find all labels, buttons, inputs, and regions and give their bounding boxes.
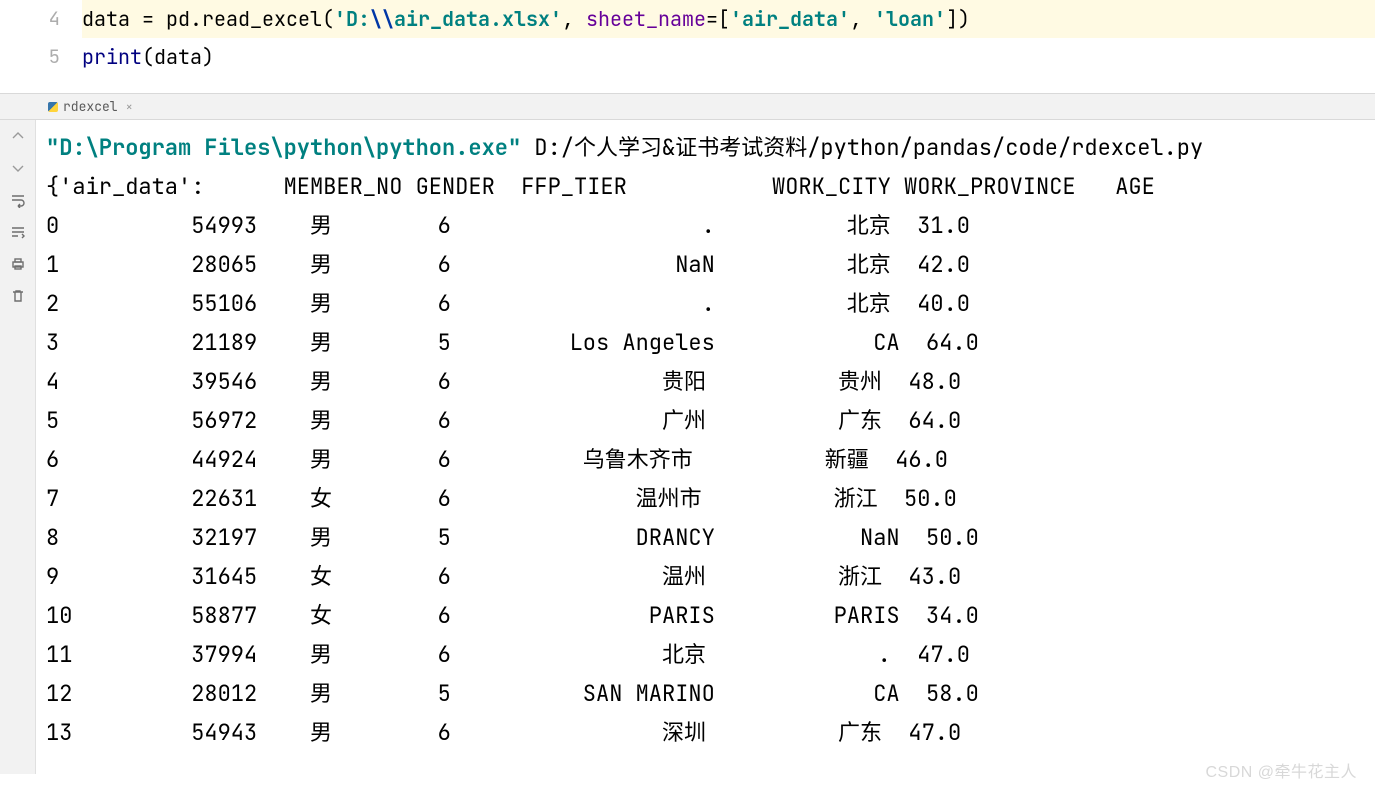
dataframe-row: 10 58877 女 6 PARIS PARIS 34.0 <box>46 596 1365 635</box>
dataframe-row: 5 56972 男 6 广州 广东 64.0 <box>46 401 1365 440</box>
code-line[interactable]: 5print(data) <box>0 38 1375 76</box>
dataframe-row: 7 22631 女 6 温州市 浙江 50.0 <box>46 479 1365 518</box>
dataframe-row: 2 55106 男 6 . 北京 40.0 <box>46 284 1365 323</box>
dataframe-row: 4 39546 男 6 贵阳 贵州 48.0 <box>46 362 1365 401</box>
run-command-line: "D:\Program Files\python\python.exe" D:/… <box>46 128 1365 167</box>
dataframe-row: 1 28065 男 6 NaN 北京 42.0 <box>46 245 1365 284</box>
code-line[interactable]: 4data = pd.read_excel('D:\\air_data.xlsx… <box>0 0 1375 38</box>
line-number: 5 <box>0 38 82 76</box>
dataframe-row: 13 54943 男 6 深圳 广东 47.0 <box>46 713 1365 752</box>
trash-icon[interactable] <box>8 286 28 306</box>
dataframe-row: 0 54993 男 6 . 北京 31.0 <box>46 206 1365 245</box>
dataframe-row: 6 44924 男 6 乌鲁木齐市 新疆 46.0 <box>46 440 1365 479</box>
tab-label: rdexcel <box>63 98 118 115</box>
code-editor[interactable]: 4data = pd.read_excel('D:\\air_data.xlsx… <box>0 0 1375 76</box>
console-toolbar <box>0 120 36 774</box>
editor-bottom-spacer <box>0 76 1375 94</box>
close-icon[interactable]: × <box>123 99 133 115</box>
scroll-down-icon[interactable] <box>8 158 28 178</box>
print-icon[interactable] <box>8 254 28 274</box>
scroll-up-icon[interactable] <box>8 126 28 146</box>
console-panel-header: rdexcel × <box>0 94 1375 120</box>
line-number: 4 <box>0 0 82 38</box>
code-text[interactable]: data = pd.read_excel('D:\\air_data.xlsx'… <box>82 0 1375 38</box>
dataframe-row: 12 28012 男 5 SAN MARINO CA 58.0 <box>46 674 1365 713</box>
dataframe-row: 11 37994 男 6 北京 . 47.0 <box>46 635 1365 674</box>
code-text[interactable]: print(data) <box>82 38 1375 76</box>
console-output[interactable]: "D:\Program Files\python\python.exe" D:/… <box>36 120 1375 774</box>
console-area: "D:\Program Files\python\python.exe" D:/… <box>0 120 1375 774</box>
dataframe-row: 9 31645 女 6 温州 浙江 43.0 <box>46 557 1365 596</box>
watermark: CSDN @牵牛花主人 <box>1205 758 1357 782</box>
python-icon <box>48 102 58 112</box>
tab-rdexcel[interactable]: rdexcel × <box>40 94 141 119</box>
dataframe-row: 3 21189 男 5 Los Angeles CA 64.0 <box>46 323 1365 362</box>
soft-wrap-icon[interactable] <box>8 190 28 210</box>
dataframe-row: 8 32197 男 5 DRANCY NaN 50.0 <box>46 518 1365 557</box>
dataframe-header: {'air_data': MEMBER_NO GENDER FFP_TIER W… <box>46 167 1365 206</box>
scroll-to-end-icon[interactable] <box>8 222 28 242</box>
